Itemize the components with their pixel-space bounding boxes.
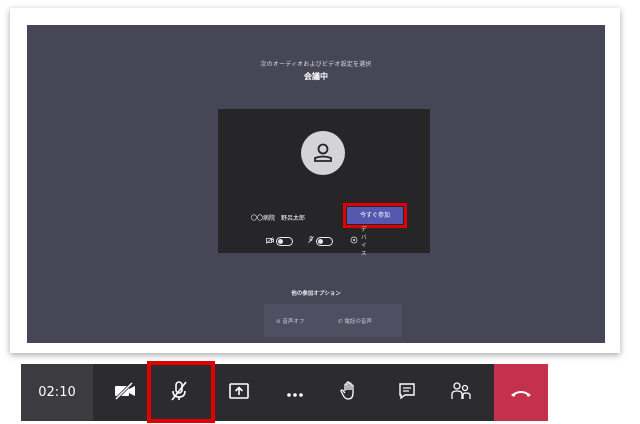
device-settings[interactable]: デバイス	[350, 227, 367, 257]
audio-off-option[interactable]: ⊘ 音声オフ	[276, 317, 304, 325]
meeting-timer: 02:10	[21, 364, 93, 421]
more-options-icon	[286, 383, 304, 402]
chat-icon	[398, 382, 416, 404]
other-join-options: ⊘ 音声オフ ✆ 電話の音声	[264, 304, 402, 337]
mic-toggle[interactable]	[316, 236, 333, 246]
chat-button[interactable]	[385, 364, 429, 421]
share-screen-icon	[229, 382, 249, 404]
more-options-button[interactable]	[273, 364, 317, 421]
hang-up-icon	[510, 383, 532, 402]
camera-off-icon	[114, 381, 136, 404]
join-now-button[interactable]: 今すぐ参加	[343, 203, 407, 228]
user-name-field[interactable]: 〇〇病院 野呂太郎	[251, 213, 305, 222]
camera-off-icon	[265, 236, 274, 246]
device-settings-icon	[350, 236, 358, 246]
other-join-options-label: 他の参加オプション	[291, 291, 341, 297]
audio-off-icon: ⊘	[276, 319, 281, 325]
participants-button[interactable]	[439, 364, 483, 421]
audio-off-label: 音声オフ	[282, 319, 305, 325]
mic-off-icon	[308, 236, 314, 246]
avatar-person-icon	[301, 131, 345, 175]
phone-audio-label: 電話の音声	[344, 319, 372, 325]
phone-audio-option[interactable]: ✆ 電話の音声	[338, 317, 372, 325]
phone-icon: ✆	[338, 319, 343, 325]
prejoin-screen: 次のオーディオおよびビデオ設定を選択 会議中 〇〇病院 野呂太郎 今すぐ参加 デ…	[27, 25, 605, 343]
participants-icon	[450, 381, 472, 405]
screenshot-frame: 次のオーディオおよびビデオ設定を選択 会議中 〇〇病院 野呂太郎 今すぐ参加 デ…	[10, 8, 620, 353]
hang-up-button[interactable]	[494, 364, 548, 421]
share-screen-button[interactable]	[217, 364, 261, 421]
prejoin-card: 〇〇病院 野呂太郎 今すぐ参加 デバイス	[218, 109, 430, 257]
mic-control	[308, 236, 333, 246]
meeting-title: 会議中	[304, 72, 328, 81]
raise-hand-button[interactable]	[327, 364, 371, 421]
camera-toggle[interactable]	[276, 236, 293, 246]
camera-control	[265, 236, 293, 246]
prejoin-instruction: 次のオーディオおよびビデオ設定を選択	[260, 61, 372, 68]
device-settings-label: デバイス	[361, 227, 367, 257]
meeting-toolbar: 02:10	[21, 364, 548, 421]
mute-button-highlight	[147, 361, 215, 423]
camera-button[interactable]	[103, 364, 147, 421]
raise-hand-icon	[340, 380, 358, 405]
